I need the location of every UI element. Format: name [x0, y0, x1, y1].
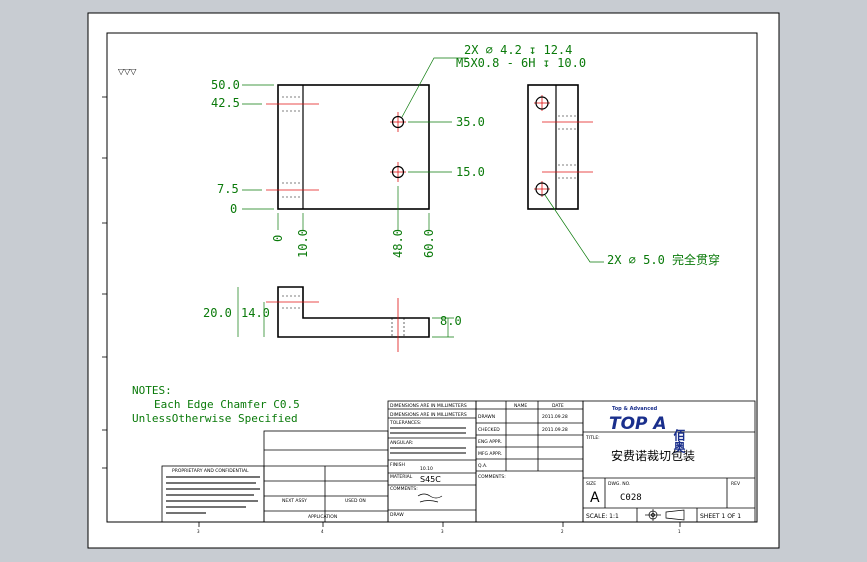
- comments-label: COMMENTS:: [478, 474, 506, 480]
- callout-thread-spec: M5X0.8 - 6H ↧ 10.0: [456, 56, 586, 70]
- dimensions-label: DIMENSIONS ARE IN MILLIMETERS: [390, 412, 467, 418]
- drawing-title: 安费诺裁切包装: [611, 448, 695, 463]
- used-on-label: USED ON: [345, 498, 366, 504]
- dim-label: 60.0: [422, 229, 436, 258]
- notes-title: NOTES:: [132, 384, 172, 397]
- dim-label: 48.0: [391, 229, 405, 258]
- date-header: DATE: [552, 403, 564, 409]
- dim-label: 15.0: [456, 165, 485, 179]
- finish-value: 10.10: [420, 466, 433, 472]
- drawing-sheet: 3 4 3 2 1 ▽▽▽ 50.0 42.5 7.5 0 35.0 15.0 …: [87, 12, 780, 549]
- comments-label: COMMENTS:: [390, 486, 418, 492]
- sheet-paper: [87, 12, 780, 549]
- dim-label: 0: [230, 202, 237, 216]
- size-value: A: [590, 490, 600, 506]
- notes-line-2: UnlessOtherwise Specified: [132, 412, 298, 425]
- dim-label: 42.5: [211, 96, 240, 110]
- dim-label: 0: [271, 235, 285, 242]
- logo-text: TOP A: [609, 414, 667, 434]
- row-label-drawn: DRAWN: [478, 414, 495, 420]
- row-label-checked: CHECKED: [478, 427, 500, 433]
- notes-line-1: Each Edge Chamfer C0.5: [154, 398, 300, 411]
- application-label: APPLICATION: [308, 514, 337, 520]
- proprietary-title: PROPRIETARY AND CONFIDENTIAL: [172, 468, 249, 474]
- tolerances-label: TOLERANCES:: [389, 420, 421, 426]
- material-value: S45C: [420, 475, 441, 484]
- dim-label: 35.0: [456, 115, 485, 129]
- finish-label: FINISH: [390, 462, 405, 468]
- dim-label: 8.0: [440, 314, 462, 328]
- callout-through-hole: 2X ⌀ 5.0 完全贯穿: [607, 252, 720, 267]
- dwg-no-label: DWG. NO.: [608, 481, 630, 487]
- rev-label: REV: [731, 481, 741, 487]
- row-label-qa: Q.A.: [478, 463, 487, 469]
- size-label: SIZE: [586, 481, 596, 487]
- dimensions-label: DIMENSIONS ARE IN MILLIMETERS: [390, 403, 467, 409]
- scale-label: SCALE: 1:1: [586, 513, 619, 520]
- row-label-eng: ENG APPR.: [478, 439, 502, 445]
- dim-label: 14.0: [241, 306, 270, 320]
- dim-label: 7.5: [217, 182, 239, 196]
- name-header: NAME: [514, 403, 527, 409]
- angular-label: ANGULAR:: [390, 440, 413, 446]
- material-label: MATERIAL: [390, 474, 413, 480]
- sheet-label: SHEET 1 OF 1: [700, 513, 741, 520]
- dwg-no-value: C028: [620, 493, 642, 503]
- logo-small-text: Top & Advanced: [612, 406, 658, 412]
- dim-label: 20.0: [203, 306, 232, 320]
- next-assy-label: NEXT ASSY: [282, 498, 307, 504]
- row-date-checked: 2011.09.28: [542, 427, 568, 433]
- surface-finish-symbol: ▽▽▽: [118, 67, 137, 76]
- dim-label: 50.0: [211, 78, 240, 92]
- callout-threaded-hole: 2X ⌀ 4.2 ↧ 12.4: [464, 43, 572, 57]
- row-label-mfg: MFG APPR.: [478, 451, 502, 457]
- title-label: TITLE:: [585, 435, 600, 441]
- row-date-drawn: 2011.09.28: [542, 414, 568, 420]
- draw-label: DRAW: [390, 512, 404, 518]
- dim-label: 10.0: [296, 229, 310, 258]
- drawing-viewport: 3 4 3 2 1 ▽▽▽ 50.0 42.5 7.5 0 35.0 15.0 …: [0, 0, 867, 562]
